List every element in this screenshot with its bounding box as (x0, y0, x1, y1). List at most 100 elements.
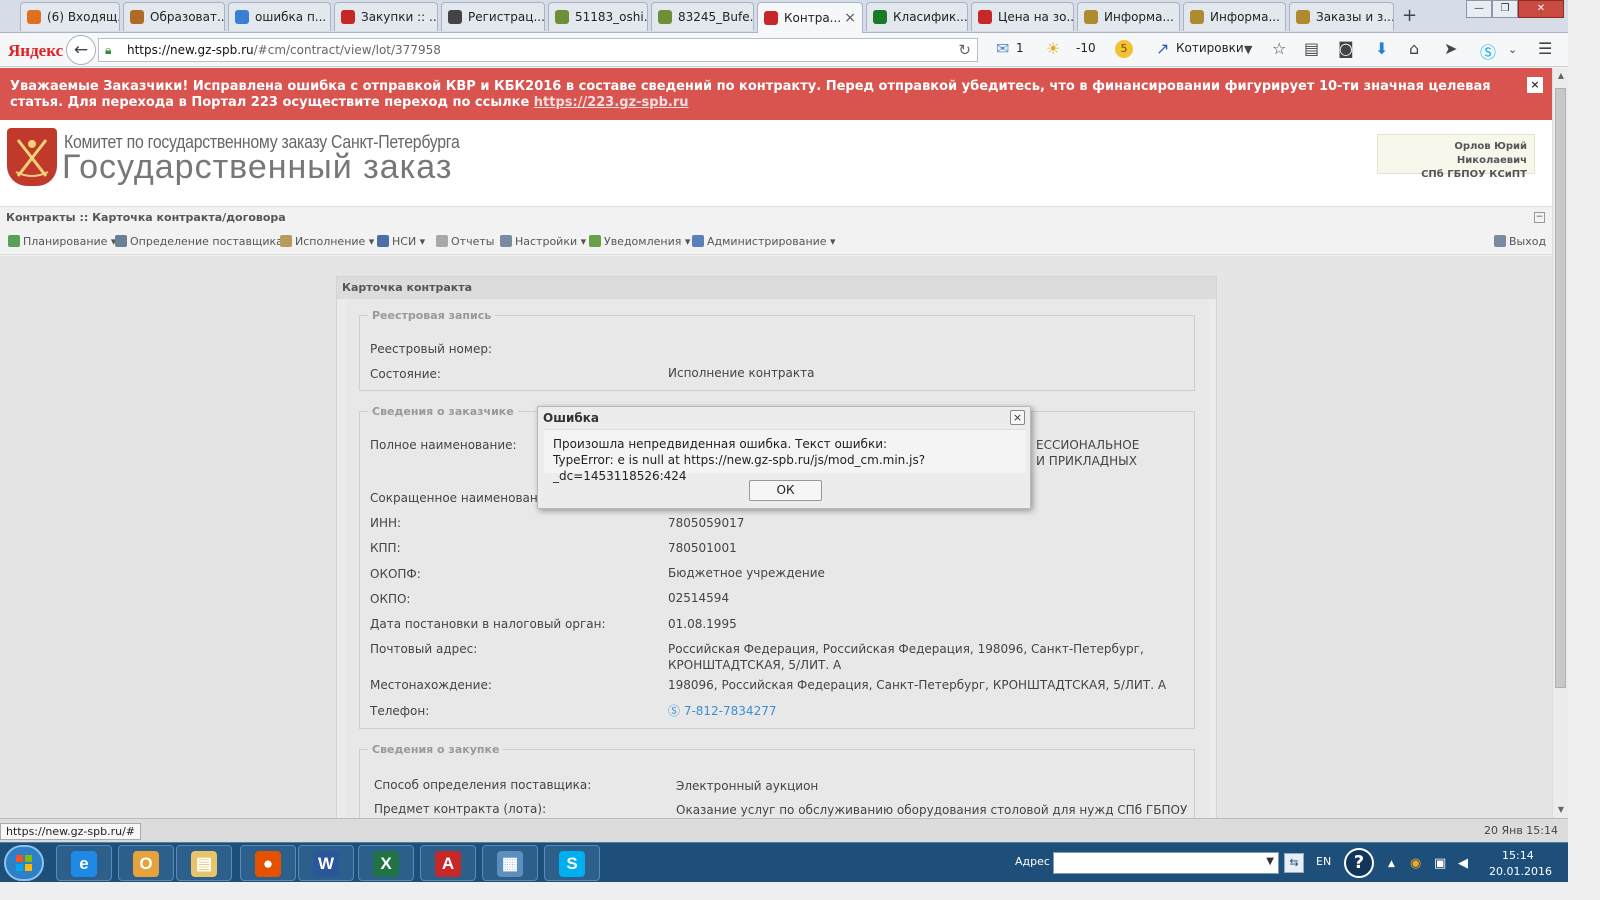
phone-link[interactable]: Ⓢ 7-812-7834277 (668, 703, 1188, 719)
ok-button[interactable]: ОК (749, 480, 822, 501)
language-indicator[interactable]: EN (1316, 855, 1331, 868)
tab-label: Контра... (784, 11, 842, 25)
quotes-button[interactable]: Котировки (1176, 41, 1244, 55)
scroll-thumb[interactable] (1555, 88, 1566, 688)
yandex-logo[interactable]: Яндекс (8, 41, 63, 61)
scroll-up-icon[interactable]: ▲ (1553, 68, 1569, 84)
address-go-button[interactable]: ⇆ (1284, 853, 1304, 873)
browser-tab[interactable]: Закупки :: ... (334, 2, 438, 31)
overflow-chevron-icon[interactable]: ⌄ (1508, 43, 1517, 56)
badge-icon[interactable]: 5 (1115, 40, 1133, 58)
taskbar-app-acrobat[interactable]: A (420, 845, 476, 881)
dialog-message-line1: Произошла непредвиденная ошибка. Текст о… (553, 437, 888, 451)
browser-tab[interactable]: Контра... × (757, 2, 863, 33)
customer-field-label: Почтовый адрес: (370, 642, 478, 656)
browser-tab[interactable]: (6) Входящ... (20, 2, 120, 31)
restore-button[interactable]: ❐ (1492, 0, 1518, 18)
skype-icon[interactable]: Ⓢ (1480, 39, 1496, 63)
taskbar-app-excel[interactable]: X (358, 845, 414, 881)
browser-tab[interactable]: Класифик... (866, 2, 968, 31)
browser-tab[interactable]: ошибка п... (228, 2, 331, 31)
address-bar[interactable]: 🔒︎ https://new.gz-spb.ru/#cm/contract/vi… (98, 38, 978, 62)
tab-label: Информа... (1104, 10, 1174, 24)
menu-item-icon (280, 235, 292, 247)
spb-emblem-logo (7, 128, 57, 186)
logout-button[interactable]: Выход (1494, 235, 1546, 248)
chevron-down-icon[interactable]: ▼ (1244, 43, 1252, 56)
taskbar-app-word[interactable]: W (298, 845, 354, 881)
network-icon[interactable]: ▣ (1434, 856, 1446, 871)
registry-section: Реестровая запись Реестровый номер: Сост… (359, 309, 1195, 391)
collapse-icon[interactable]: − (1534, 212, 1545, 223)
new-tab-button[interactable]: + (1402, 5, 1417, 26)
reload-icon[interactable]: ↻ (958, 41, 971, 59)
menu-item[interactable]: Настройки ▾ (500, 235, 586, 248)
url-text: https://new.gz-spb.ru/#cm/contract/view/… (127, 43, 441, 57)
menu-item-label: Планирование (23, 235, 108, 248)
taskbar-app-skype[interactable]: S (544, 845, 600, 881)
minimize-button[interactable]: — (1466, 0, 1492, 18)
browser-tab[interactable]: Заказы и з... (1289, 2, 1394, 31)
menu-item[interactable]: Исполнение ▾ (280, 235, 374, 248)
menu-item-label: Определение поставщика (130, 235, 283, 248)
page-scrollbar[interactable]: ▲ ▼ (1552, 68, 1568, 818)
portal-223-link[interactable]: https://223.gz-spb.ru (534, 95, 689, 110)
browser-tab[interactable]: 83245_Bufe... (651, 2, 754, 31)
menu-item-icon (589, 235, 601, 247)
customer-field-label: Телефон: (370, 704, 430, 718)
card-title: Карточка контракта (337, 277, 1216, 299)
scroll-down-icon[interactable]: ▼ (1553, 802, 1569, 818)
browser-tab[interactable]: Образоват... (123, 2, 225, 31)
home-icon[interactable]: ⌂ (1409, 39, 1419, 58)
window-close-button[interactable]: ✕ (1518, 0, 1564, 18)
volume-icon[interactable]: ◀ (1458, 856, 1468, 871)
taskbar-app-ie[interactable]: e (56, 845, 112, 881)
arrow-left-icon: ← (73, 40, 89, 60)
address-dropdown-icon[interactable]: ▼ (1266, 856, 1274, 867)
browser-tab[interactable]: Информа... (1183, 2, 1286, 31)
help-icon[interactable]: ? (1344, 848, 1374, 878)
clock-date[interactable]: 20.01.2016 (1489, 865, 1552, 878)
hamburger-menu-icon[interactable]: ☰ (1538, 39, 1552, 58)
browser-tab[interactable]: 51183_oshi... (548, 2, 648, 31)
address-toolbar-input[interactable]: ▼ (1053, 852, 1279, 874)
full-name-label: Полное наименование: (370, 438, 517, 452)
menu-item-icon (692, 235, 704, 247)
send-icon[interactable]: ➤ (1444, 39, 1457, 58)
menu-item-label: Администрирование (707, 235, 827, 248)
weather-icon[interactable]: ☀ (1046, 39, 1060, 58)
menu-item[interactable]: Уведомления ▾ (589, 235, 690, 248)
tab-close-icon[interactable]: × (844, 10, 856, 26)
menu-item[interactable]: Планирование ▾ (8, 235, 116, 248)
menu-item[interactable]: Отчеты (436, 235, 494, 248)
error-dialog: Ошибка × Произошла непредвиденная ошибка… (537, 406, 1031, 509)
tray-expand-icon[interactable]: ▲ (1388, 859, 1395, 869)
browser-tab[interactable]: Цена на зо... (971, 2, 1074, 31)
mail-icon[interactable]: ✉ (996, 39, 1009, 58)
browser-tab[interactable]: Регистрац... (441, 2, 545, 31)
status-value: Исполнение контракта (668, 366, 815, 380)
taskbar-app-explorer[interactable]: ▤ (176, 845, 232, 881)
reading-list-icon[interactable]: ▤ (1304, 39, 1319, 58)
user-org: СПб ГБПОУ КСиПТ (1421, 169, 1527, 180)
taskbar-app-control-panel[interactable]: ▦ (482, 845, 538, 881)
menu-item[interactable]: НСИ ▾ (377, 235, 425, 248)
yandex-tray-icon[interactable]: ◉ (1410, 856, 1421, 871)
tab-label: Закупки :: ... (361, 10, 438, 24)
menu-item[interactable]: Определение поставщика ▾ (115, 235, 292, 248)
status-datetime: 20 Янв 15:14 (1483, 824, 1558, 837)
taskbar-app-outlook[interactable]: O (118, 845, 174, 881)
browser-tab[interactable]: Информа... (1077, 2, 1180, 31)
page-header: Комитет по государственному заказу Санкт… (0, 120, 1552, 206)
notice-close-button[interactable]: × (1527, 77, 1543, 93)
dialog-message: Произошла непредвиденная ошибка. Текст о… (544, 429, 1026, 483)
dialog-close-button[interactable]: × (1010, 410, 1025, 425)
taskbar-app-firefox[interactable]: ● (240, 845, 296, 881)
download-icon[interactable]: ⬇ (1375, 39, 1388, 58)
start-button[interactable] (4, 845, 44, 881)
star-icon[interactable]: ☆ (1272, 39, 1286, 58)
pocket-icon[interactable]: ◙ (1338, 39, 1354, 58)
back-button[interactable]: ← (66, 35, 96, 65)
menu-item[interactable]: Администрирование ▾ (692, 235, 836, 248)
clock-time[interactable]: 15:14 (1502, 849, 1534, 862)
